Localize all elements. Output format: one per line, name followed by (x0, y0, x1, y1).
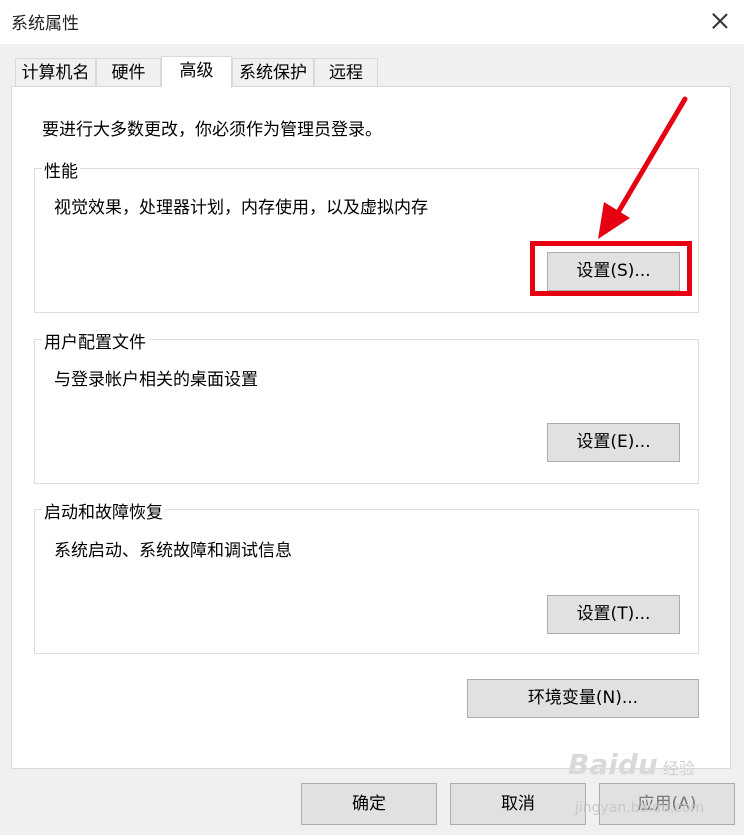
tab-advanced[interactable]: 高级 (161, 56, 232, 88)
watermark-url: jingyan.baidu.com (575, 800, 705, 816)
baidu-watermark: Baidu 经验 (568, 748, 695, 781)
cancel-button[interactable]: 取消 (450, 783, 586, 825)
ok-button[interactable]: 确定 (301, 783, 437, 825)
red-arrow-icon (598, 96, 688, 239)
